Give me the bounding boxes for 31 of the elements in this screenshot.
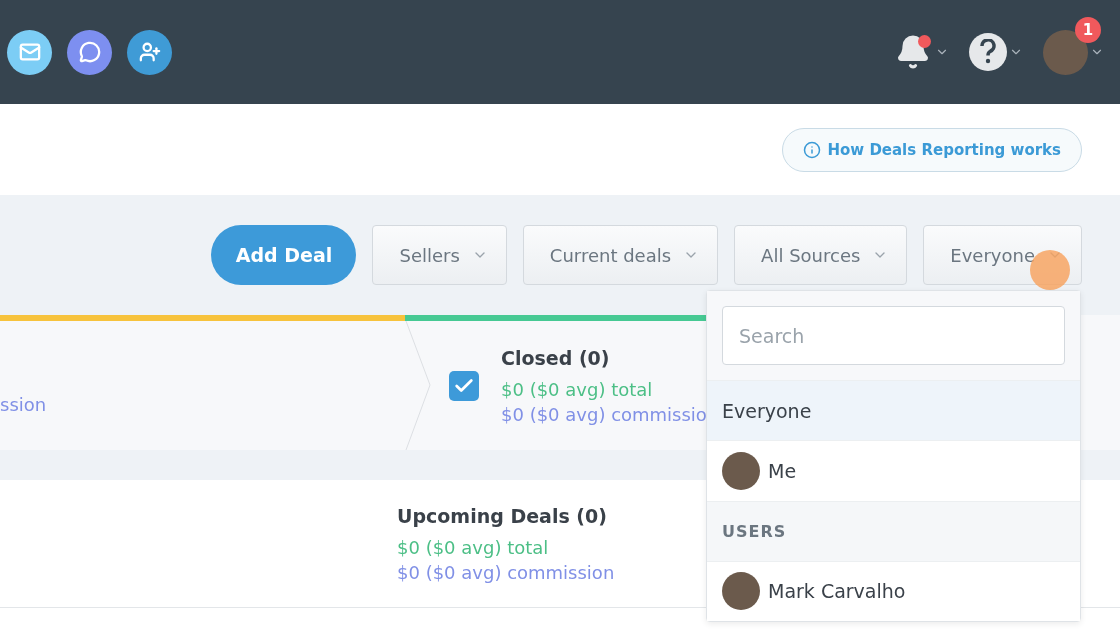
stage-commission: ssion [0,394,47,415]
section-header: USERS [707,500,1080,561]
search-field[interactable]: Search [722,306,1065,365]
menu-item[interactable]: Mark Carvalho [707,560,1080,621]
notification-count: 1 [1075,16,1101,43]
stage-commission: $0 ($0 avg) commissio [501,403,707,425]
stage-title: Closed (0) [501,346,611,369]
stage-checkbox[interactable] [449,370,479,401]
menu-item[interactable]: Me [707,440,1080,501]
mail-icon [18,41,41,63]
menu-item[interactable]: Everyone [707,380,1080,441]
stage-total: $0 ($0 avg) total [501,378,654,400]
upcoming-commission: $0 ($0 avg) commission [397,561,615,583]
chat-app-button[interactable] [67,29,112,75]
person-name: Me [768,459,797,482]
upcoming-total: $0 ($0 avg) total [397,536,550,558]
user-app-button[interactable] [127,29,172,75]
upcoming-title: Upcoming Deals (0) [397,504,608,527]
mail-app-button[interactable] [7,29,52,75]
help-link-button[interactable]: How Deals Reporting works [782,127,1082,172]
filter-dropdown[interactable]: All Sources [734,225,908,285]
user-icon [138,41,161,63]
help-icon[interactable] [969,33,1007,71]
avatar [722,572,760,611]
filter-dropdown[interactable]: Current deals [522,225,719,285]
chat-icon [78,41,101,63]
person-name: Mark Carvalho [768,580,906,603]
info-icon [803,140,822,159]
add-deal-button[interactable]: Add Deal [211,225,357,285]
filter-dropdown[interactable]: Sellers [372,225,507,285]
avatar [722,451,760,490]
